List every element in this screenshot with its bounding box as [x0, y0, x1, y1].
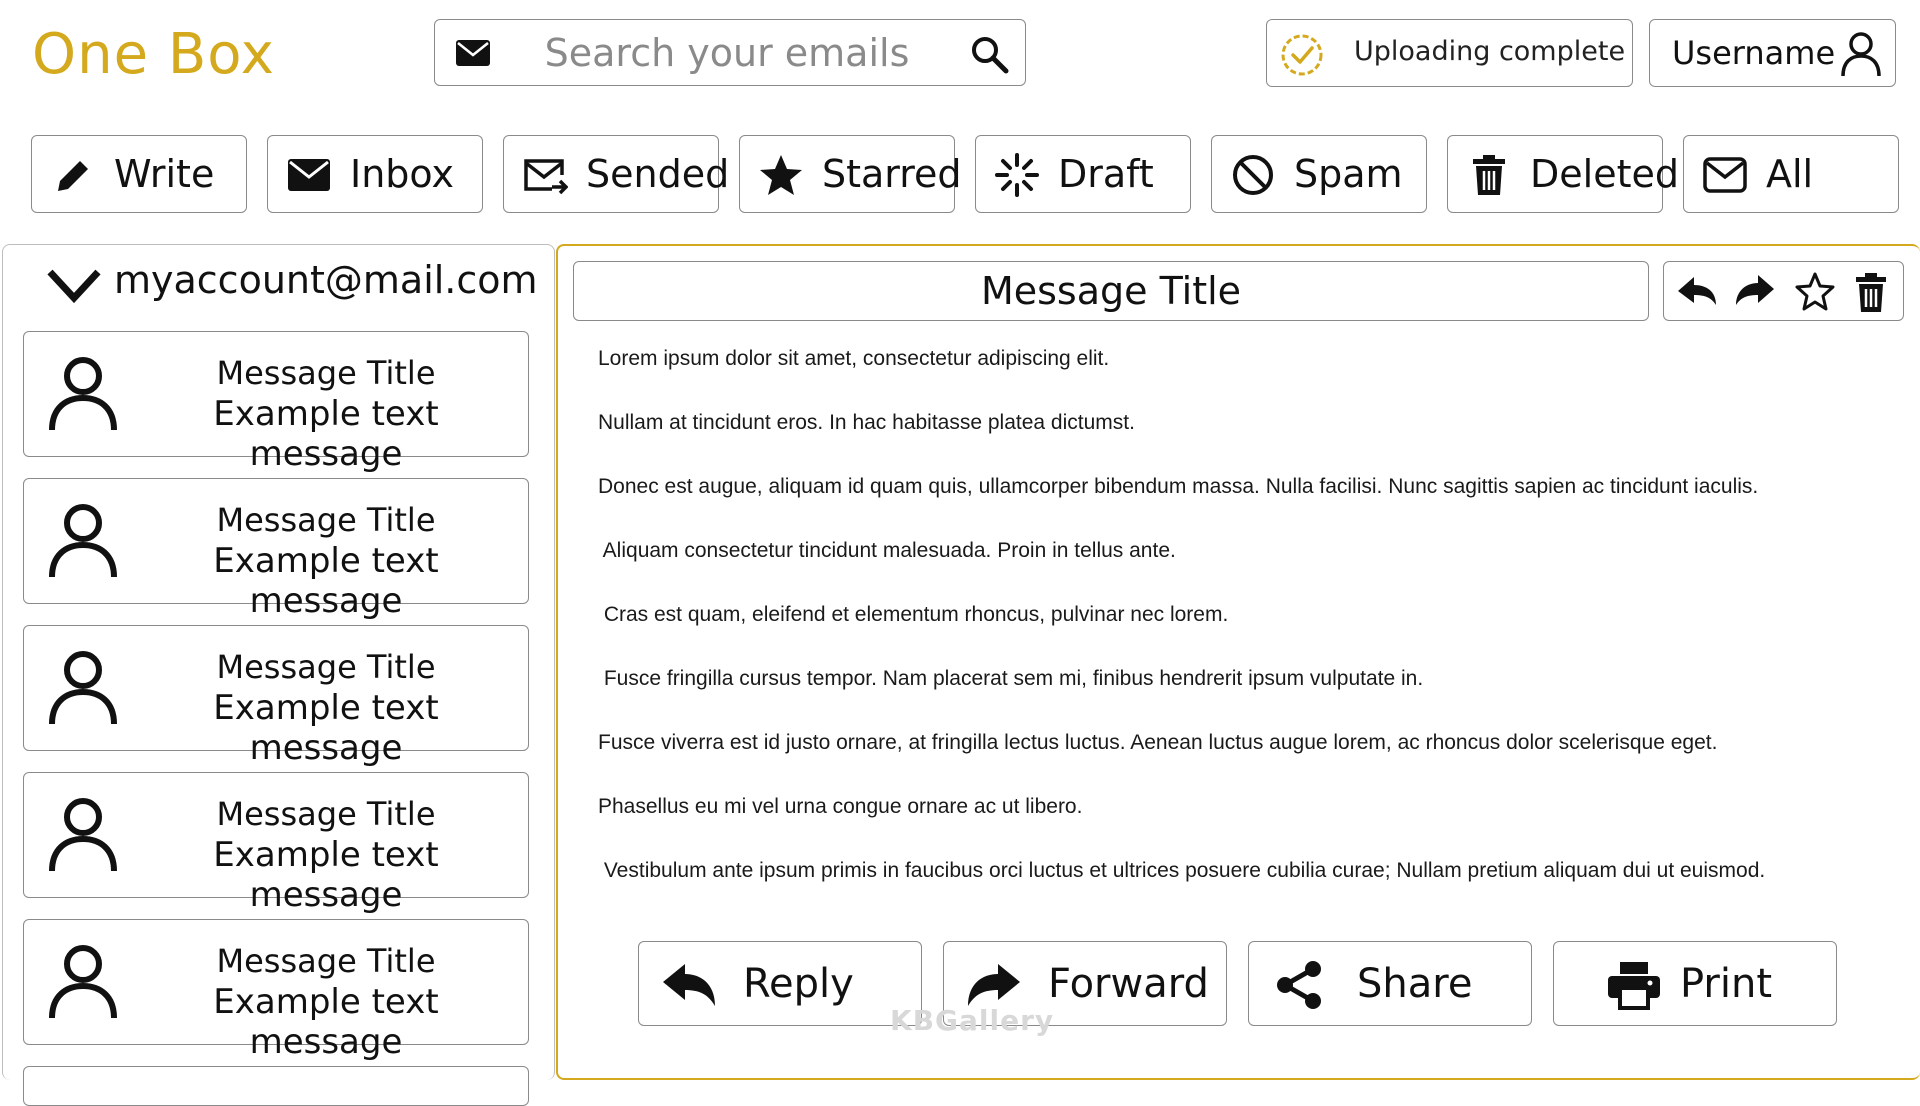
avatar-icon	[49, 651, 117, 725]
mail-icon	[456, 40, 490, 66]
star-outline-icon[interactable]	[1794, 271, 1836, 313]
trash-icon[interactable]	[1850, 271, 1892, 313]
message-body-paragraph: Lorem ipsum dolor sit amet, consectetur …	[598, 347, 1110, 370]
nav-draft-label: Draft	[1058, 152, 1154, 196]
nav-draft-button[interactable]: Draft	[975, 135, 1191, 213]
forward-icon	[968, 964, 1020, 1006]
envelope-outline-icon	[1703, 157, 1747, 193]
nav-deleted-label: Deleted	[1530, 152, 1679, 196]
app-logo: One Box	[32, 22, 275, 87]
ban-icon	[1233, 155, 1273, 195]
message-list-item[interactable]: Message Title Example text message	[23, 478, 529, 621]
nav-write-label: Write	[114, 152, 215, 196]
reply-icon	[663, 964, 715, 1006]
nav-starred-label: Starred	[822, 152, 962, 196]
account-email[interactable]: myaccount@mail.com	[114, 258, 538, 302]
message-list-item[interactable]: Message Title Example text message	[23, 625, 529, 768]
message-list-item[interactable]: Message Title Example text message	[23, 919, 529, 1062]
nav-inbox-button[interactable]: Inbox	[267, 135, 483, 213]
envelope-send-icon	[524, 159, 568, 195]
nav-spam-label: Spam	[1294, 152, 1403, 196]
message-body-paragraph: Cras est quam, eleifend et elementum rho…	[598, 603, 1229, 626]
print-label: Print	[1680, 961, 1773, 1007]
pencil-icon	[58, 161, 88, 191]
message-body-paragraph: Vestibulum ante ipsum primis in faucibus…	[598, 859, 1766, 882]
message-body-paragraph: Fusce viverra est id justo ornare, at fr…	[598, 731, 1718, 754]
message-toolbar	[1663, 261, 1904, 321]
message-title: Message Title	[216, 354, 436, 392]
message-preview: Example text message	[213, 394, 439, 474]
avatar-icon	[49, 504, 117, 578]
message-body-paragraph: Fusce fringilla cursus tempor. Nam place…	[598, 667, 1424, 690]
loader-icon	[995, 153, 1039, 197]
chevron-down-icon[interactable]	[46, 266, 102, 306]
message-body-paragraph: Aliquam consectetur tincidunt malesuada.…	[598, 539, 1176, 562]
message-preview: Example text message	[213, 541, 439, 621]
avatar-icon	[49, 357, 117, 431]
print-button[interactable]: Print	[1553, 941, 1837, 1026]
message-list-item[interactable]	[23, 1066, 529, 1106]
share-icon	[1277, 961, 1321, 1009]
trash-icon	[1473, 155, 1505, 195]
user-menu-button[interactable]: Username	[1649, 19, 1896, 87]
forward-icon[interactable]	[1734, 271, 1776, 313]
reply-icon[interactable]	[1676, 271, 1718, 313]
check-circle-icon	[1281, 34, 1323, 76]
share-label: Share	[1357, 961, 1473, 1007]
nav-write-button[interactable]: Write	[31, 135, 247, 213]
nav-inbox-label: Inbox	[350, 152, 454, 196]
message-list-item[interactable]: Message Title Example text message	[23, 772, 529, 915]
username-label: Username	[1672, 34, 1836, 72]
message-body-paragraph: Nullam at tincidunt eros. In hac habitas…	[598, 411, 1135, 434]
message-preview: Example text message	[213, 982, 439, 1062]
share-button[interactable]: Share	[1248, 941, 1532, 1026]
user-icon	[1841, 32, 1881, 77]
search-icon[interactable]	[969, 34, 1009, 74]
message-title: Message Title	[216, 795, 436, 833]
nav-sended-button[interactable]: Sended	[503, 135, 729, 213]
watermark: KBGallery	[890, 1004, 1055, 1037]
message-list-item[interactable]: Message Title Example text message	[23, 331, 529, 474]
avatar-icon	[49, 798, 117, 872]
message-title: Message Title	[216, 942, 436, 980]
upload-status: Uploading complete	[1266, 19, 1633, 87]
print-icon	[1608, 962, 1660, 1010]
message-title: Message Title	[216, 501, 436, 539]
message-title: Message Title	[216, 648, 436, 686]
reply-label: Reply	[743, 961, 854, 1007]
message-body-paragraph: Phasellus eu mi vel urna congue ornare a…	[598, 795, 1083, 818]
search-input[interactable]	[515, 28, 939, 78]
nav-sended-label: Sended	[586, 152, 730, 196]
message-subject: Message Title	[573, 261, 1649, 321]
forward-label: Forward	[1048, 961, 1209, 1007]
star-icon	[760, 155, 802, 195]
message-preview: Example text message	[213, 688, 439, 768]
upload-status-text: Uploading complete	[1354, 36, 1626, 67]
nav-starred-button[interactable]: Starred	[739, 135, 962, 213]
nav-spam-button[interactable]: Spam	[1211, 135, 1427, 213]
message-preview: Example text message	[213, 835, 439, 915]
message-body-paragraph: Donec est augue, aliquam id quam quis, u…	[598, 475, 1759, 498]
envelope-filled-icon	[288, 159, 330, 191]
avatar-icon	[49, 945, 117, 1019]
reply-button[interactable]: Reply	[638, 941, 922, 1026]
nav-deleted-button[interactable]: Deleted	[1447, 135, 1679, 213]
nav-all-button[interactable]: All	[1683, 135, 1899, 213]
nav-all-label: All	[1766, 152, 1814, 196]
search-bar[interactable]	[434, 19, 1026, 86]
